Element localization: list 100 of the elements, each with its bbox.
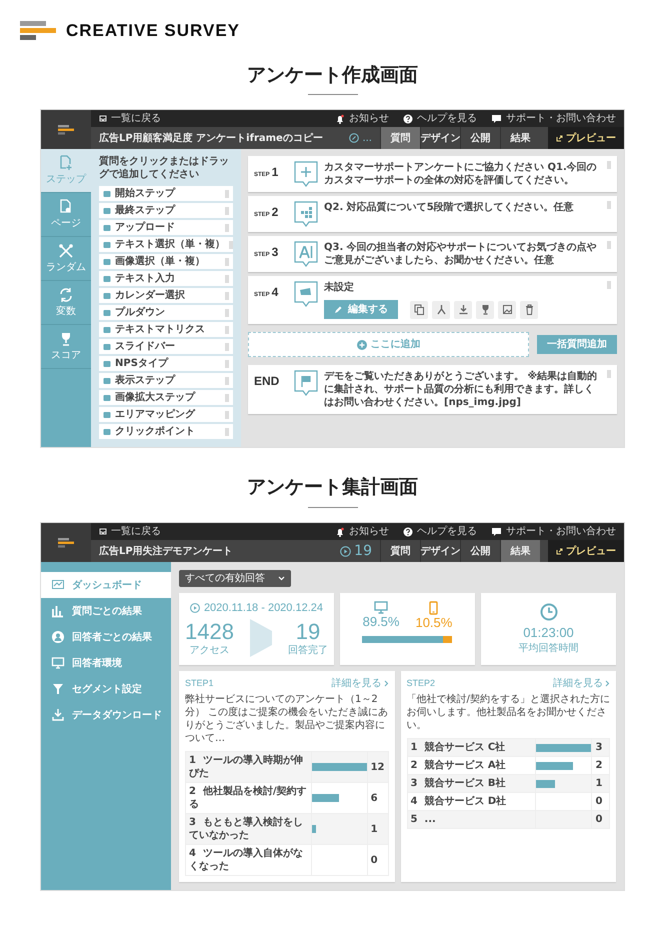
question-type-item[interactable]: クリックポイント [99,424,233,440]
section-heading: アンケート作成画面 [246,64,419,86]
header-link[interactable]: サポート・お問い合わせ [491,112,616,126]
question-type-item[interactable]: 画像拡大ステップ [99,390,233,406]
speech-bubble-icon [491,526,502,537]
header-link[interactable]: ヘルプを見る [403,112,477,126]
question-type-item[interactable]: アップロード [99,220,233,236]
logo-icon [20,20,56,41]
tab[interactable]: 結果 [500,540,540,562]
card-icon [294,281,318,308]
header-link[interactable]: お知らせ [335,525,389,538]
drag-handle-icon [607,161,611,170]
drag-handle-icon [607,241,611,250]
answer-count: 0 [367,844,388,876]
external-link-icon [556,548,563,555]
answer-count: 1 [367,814,388,845]
funnel-arrow-shape [250,619,272,658]
chevron-icon [384,680,388,688]
question-type-item[interactable]: スライドバー [99,339,233,354]
download-icon [456,303,470,316]
access-label: アクセス [189,644,230,657]
date-range: 2020.11.18 - 2020.12.24 [204,601,324,616]
branch-button[interactable] [432,300,450,319]
tile-icon [103,360,111,368]
question-type-item[interactable]: 開始ステップ [99,186,233,202]
average-time: 01:23:00 [523,625,574,642]
complete-count: 19 [296,620,320,644]
question-type-item[interactable]: テキスト入力 [99,271,233,286]
brand-name: CREATIVE SURVEY [66,20,240,42]
text-input-icon [294,241,318,268]
back-link[interactable]: 一覧に戻る [99,525,161,538]
drag-handle-icon [607,201,611,210]
question-type-item[interactable]: NPSタイプ [99,356,233,372]
tile-icon [103,240,111,249]
back-link[interactable]: 一覧に戻る [99,112,161,126]
question-text: 弊社サービスについてのアンケート（1～2分） この度はご提案の機会をいただき誠にありがとうございました。製品やご提案内容について… [185,693,388,746]
monitor-icon [51,656,65,670]
answer-count: 3 [592,738,610,757]
question-text: 「他社で検討/契約をする」と選択された方にお伺いします。他社製品名をお聞かせください。 [406,693,610,732]
preview-button[interactable]: プレビュー [548,127,624,150]
chevron-icon [605,680,610,688]
tile-icon [103,428,111,436]
header-link[interactable]: サポート・お問い合わせ [491,525,616,538]
answer-label: 3 競合サービス B社 [407,774,536,793]
download-button[interactable] [454,300,472,319]
access-count: 1428 [185,620,234,644]
branch-icon [434,303,448,316]
tile-icon [103,274,111,283]
bell-icon [335,526,345,537]
trash-button[interactable] [520,300,538,319]
question-type-item[interactable]: テキストマトリクス [99,322,233,338]
drag-handle-icon [607,281,611,290]
filter-dropdown[interactable]: すべての有効回答 [179,570,291,588]
trophy-button[interactable] [476,300,494,319]
image-icon [500,303,514,316]
question-type-item[interactable]: テキスト選択（単・複） [99,237,233,252]
question-type-item[interactable]: 表示ステップ [99,373,233,388]
cycle-arrows-icon [58,287,74,304]
logo-icon [58,124,74,135]
image-button[interactable] [498,300,516,319]
tray-icon [99,115,107,122]
step-number: 3 [272,245,278,261]
tile-icon [103,308,111,317]
copy-icon [412,303,426,316]
step-text: 未設定 [324,281,355,294]
edit-circle-icon [349,133,360,144]
shuffle-icon [58,243,74,260]
monitor-icon [374,601,388,614]
header-link[interactable]: お知らせ [335,112,389,126]
bell-icon [335,114,345,124]
plus-circle-icon [356,340,366,350]
grid-icon [294,201,318,228]
preview-button[interactable]: プレビュー [548,540,624,562]
copy-button[interactable] [410,300,428,319]
logo-icon [58,538,74,548]
tile-icon [103,292,111,300]
tile-icon [103,342,111,351]
tile-icon [103,224,111,232]
flag-icon [294,370,318,396]
answer-label: 4 ツールの導入自体がなくなった [186,844,312,876]
tile-icon [103,206,111,215]
answer-label: 1 競合サービス C社 [407,738,536,757]
answer-label: 3 もともと導入検討をしていなかった [186,814,312,845]
clock-icon [540,603,558,622]
tab[interactable]: 質問 [380,127,420,150]
question-type-item[interactable]: 最終ステップ [99,203,233,218]
step-text: Q2. 対応品質について5段階で選択してください。任意 [324,201,575,214]
complete-label: 回答完了 [288,644,328,657]
mobile-share: 10.5% [415,615,452,632]
tile-icon [103,376,111,385]
question-type-item[interactable]: カレンダー選択 [99,288,233,304]
survey-title: 広告LP用失注デモアンケート [98,544,234,559]
header-link[interactable]: ヘルプを見る [403,525,477,538]
step-label: STEP1 [185,678,214,690]
question-type-item[interactable]: エリアマッピング [99,407,233,422]
external-link-icon [556,134,563,142]
tile-icon [103,190,111,198]
question-type-item[interactable]: 画像選択（単・複） [99,254,233,270]
question-type-item[interactable]: プルダウン [99,305,233,320]
bar-chart-icon [51,604,65,618]
